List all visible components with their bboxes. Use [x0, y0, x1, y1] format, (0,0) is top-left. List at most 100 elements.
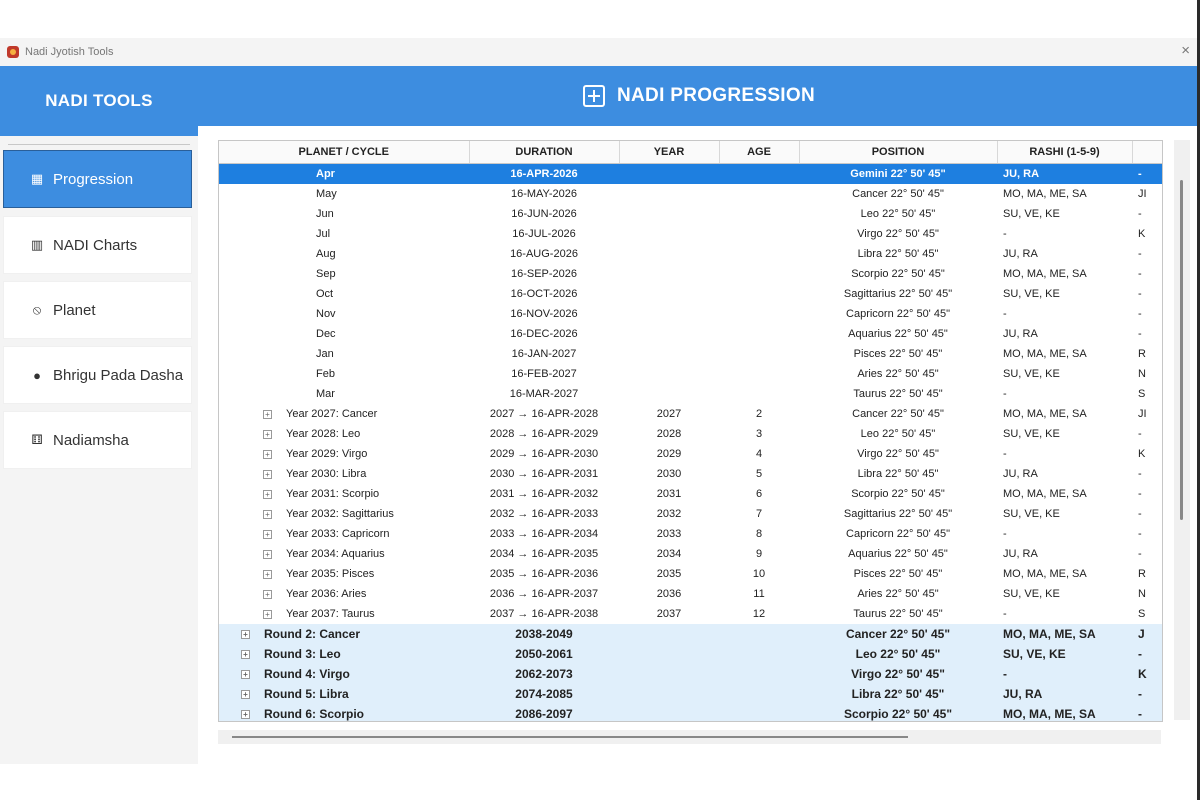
expand-icon[interactable]: +	[263, 549, 272, 559]
table-row-month[interactable]: Oct 16-OCT-2026 Sagittarius 22° 50' 45" SU,…	[219, 284, 1162, 304]
expand-icon[interactable]: +	[263, 509, 272, 519]
cell-age	[719, 244, 799, 264]
cell-year: 2028	[656, 428, 682, 440]
cell-year	[619, 284, 719, 304]
cell-rashi: SU, VE, KE	[1003, 288, 1060, 300]
column-header-duration[interactable]: DURATION	[469, 141, 620, 164]
table-row-year[interactable]: + Year 2027: Cancer 2027 → 16-APR-2028 2027…	[219, 404, 1162, 424]
cell-year	[619, 364, 719, 384]
expand-icon[interactable]: +	[241, 630, 250, 640]
table-row-year[interactable]: + Year 2030: Libra 2030 → 16-APR-2031 2030 5…	[219, 464, 1162, 484]
expand-icon[interactable]: +	[263, 529, 272, 539]
table-row-month[interactable]: Sep 16-SEP-2026 Scorpio 22° 50' 45" MO, MA,…	[219, 264, 1162, 284]
sidebar-item-label: NADI Charts	[53, 236, 138, 254]
table-row-round[interactable]: + Round 2: Cancer 2038-2049 Cancer 22° 50' …	[219, 624, 1162, 644]
cell-year	[619, 324, 719, 344]
cell-duration: 2030 → 16-APR-2031	[489, 468, 599, 480]
expand-icon[interactable]: +	[263, 429, 272, 439]
table-row-month[interactable]: Dec 16-DEC-2026 Aquarius 22° 50' 45" JU, RA…	[219, 324, 1162, 344]
table-row-month[interactable]: Jun 16-JUN-2026 Leo 22° 50' 45" SU, VE, KE -	[219, 204, 1162, 224]
planet-icon: ⦸	[32, 302, 42, 317]
table-row-year[interactable]: + Year 2033: Capricorn 2033 → 16-APR-2034 2…	[219, 524, 1162, 544]
cell-extra: N	[1138, 368, 1146, 380]
horizontal-scrollbar[interactable]	[218, 730, 1161, 744]
column-header-rashi[interactable]: RASHI (1-5-9)	[997, 141, 1133, 164]
table-row-month[interactable]: May 16-MAY-2026 Cancer 22° 50' 45" MO, MA, …	[219, 184, 1162, 204]
horizontal-scroll-thumb[interactable]	[232, 736, 908, 738]
table-row-year[interactable]: + Year 2036: Aries 2036 → 16-APR-2037 2036 1…	[219, 584, 1162, 604]
cell-extra: -	[1138, 468, 1142, 480]
table-row-month[interactable]: Feb 16-FEB-2027 Aries 22° 50' 45" SU, VE, K…	[219, 364, 1162, 384]
sidebar-item-nadiamsha[interactable]: ⚅ Nadiamsha	[3, 411, 192, 469]
column-header-year[interactable]: YEAR	[619, 141, 720, 164]
column-header-age[interactable]: AGE	[719, 141, 800, 164]
column-header-extra[interactable]	[1132, 141, 1162, 164]
table-row-year[interactable]: + Year 2034: Aquarius 2034 → 16-APR-2035 20…	[219, 544, 1162, 564]
cell-position: Virgo 22° 50' 45"	[857, 228, 939, 240]
cell-position: Pisces 22° 50' 45"	[853, 348, 943, 360]
cell-rashi: -	[1003, 228, 1007, 240]
cycle-label: Year 2029: Virgo	[286, 448, 368, 460]
column-header-planet-cycle[interactable]: PLANET / CYCLE	[219, 141, 470, 164]
expand-icon[interactable]: +	[241, 650, 250, 660]
table-row-round[interactable]: + Round 4: Virgo 2062-2073 Virgo 22° 50' 45…	[219, 664, 1162, 684]
table-row-round[interactable]: + Round 6: Scorpio 2086-2097 Scorpio 22° 50…	[219, 704, 1162, 721]
vertical-scroll-thumb[interactable]	[1180, 180, 1183, 520]
cell-extra: R	[1138, 568, 1146, 580]
table-row-month[interactable]: Mar 16-MAR-2027 Taurus 22° 50' 45" - S	[219, 384, 1162, 404]
table-row-year[interactable]: + Year 2031: Scorpio 2031 → 16-APR-2032 203…	[219, 484, 1162, 504]
cell-year	[619, 704, 719, 721]
cell-cycle: + Year 2030: Libra	[219, 464, 469, 484]
cell-extra: JI	[1138, 188, 1147, 200]
cell-rashi: SU, VE, KE	[1003, 208, 1060, 220]
expand-icon[interactable]: +	[241, 670, 250, 680]
sidebar-item-planet[interactable]: ⦸ Planet	[3, 281, 192, 339]
expand-icon[interactable]: +	[263, 409, 272, 419]
table-row-month[interactable]: Apr 16-APR-2026 Gemini 22° 50' 45" JU, RA -	[219, 163, 1162, 184]
expand-icon[interactable]: +	[263, 449, 272, 459]
table-row-year[interactable]: + Year 2037: Taurus 2037 → 16-APR-2038 2037…	[219, 604, 1162, 624]
table-row-round[interactable]: + Round 3: Leo 2050-2061 Leo 22° 50' 45" SU,…	[219, 644, 1162, 664]
progression-grid: PLANET / CYCLE DURATION YEAR AGE POSITIO…	[218, 140, 1163, 722]
close-button[interactable]: ×	[1181, 42, 1190, 59]
table-header-row: PLANET / CYCLE DURATION YEAR AGE POSITIO…	[219, 141, 1162, 164]
sidebar-divider	[8, 144, 190, 145]
vertical-scrollbar[interactable]	[1174, 140, 1190, 720]
cell-rashi: JU, RA	[1003, 548, 1038, 560]
cell-position: Cancer 22° 50' 45"	[852, 408, 944, 420]
table-row-year[interactable]: + Year 2035: Pisces 2035 → 16-APR-2036 2035…	[219, 564, 1162, 584]
cell-rashi: SU, VE, KE	[997, 644, 1132, 664]
cell-position: Taurus 22° 50' 45"	[853, 388, 943, 400]
cell-age	[719, 224, 799, 244]
cell-rashi: -	[1003, 448, 1007, 460]
table-row-month[interactable]: Jul 16-JUL-2026 Virgo 22° 50' 45" - K	[219, 224, 1162, 244]
expand-icon[interactable]: +	[263, 589, 272, 599]
cell-position: Leo 22° 50' 45"	[860, 208, 936, 220]
expand-icon[interactable]: +	[263, 469, 272, 479]
table-row-year[interactable]: + Year 2028: Leo 2028 → 16-APR-2029 2028 3 Le…	[219, 424, 1162, 444]
sidebar-item-progression[interactable]: ▦ Progression	[3, 150, 192, 208]
sidebar-item-nadi-charts[interactable]: ▥ NADI Charts	[3, 216, 192, 274]
table-row-round[interactable]: + Round 5: Libra 2074-2085 Libra 22° 50' 45…	[219, 684, 1162, 704]
table-row-year[interactable]: + Year 2029: Virgo 2029 → 16-APR-2030 2029 4…	[219, 444, 1162, 464]
sidebar-item-bhrigu-pada-dasha[interactable]: ● Bhrigu Pada Dasha	[3, 346, 192, 404]
expand-icon[interactable]: +	[241, 710, 250, 720]
cell-cycle: + Round 6: Scorpio	[219, 704, 469, 721]
cell-rashi: JU, RA	[1003, 328, 1038, 340]
cell-year: 2032	[656, 508, 682, 520]
expand-icon[interactable]: +	[263, 609, 272, 619]
cell-position: Capricorn 22° 50' 45"	[846, 528, 950, 540]
cell-extra: -	[1138, 288, 1142, 300]
expand-icon[interactable]: +	[263, 569, 272, 579]
cell-year: 2035	[656, 568, 682, 580]
table-row-year[interactable]: + Year 2032: Sagittarius 2032 → 16-APR-203…	[219, 504, 1162, 524]
cell-cycle: Oct	[316, 288, 334, 300]
expand-icon[interactable]: +	[263, 489, 272, 499]
table-row-month[interactable]: Nov 16-NOV-2026 Capricorn 22° 50' 45" - -	[219, 304, 1162, 324]
cell-age	[719, 664, 799, 684]
cell-extra: -	[1132, 684, 1162, 704]
column-header-position[interactable]: POSITION	[799, 141, 998, 164]
expand-icon[interactable]: +	[241, 690, 250, 700]
table-row-month[interactable]: Jan 16-JAN-2027 Pisces 22° 50' 45" MO, MA, …	[219, 344, 1162, 364]
table-row-month[interactable]: Aug 16-AUG-2026 Libra 22° 50' 45" JU, RA -	[219, 244, 1162, 264]
